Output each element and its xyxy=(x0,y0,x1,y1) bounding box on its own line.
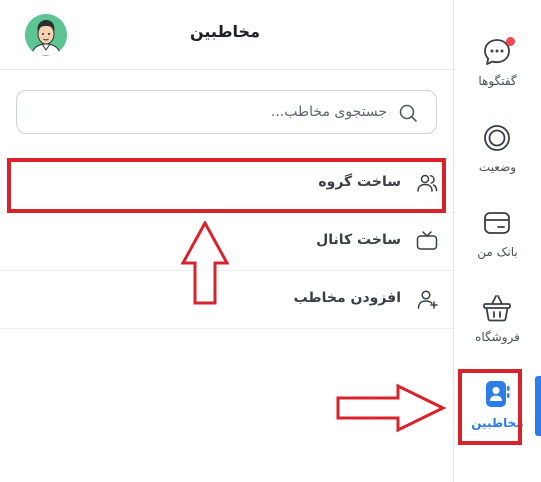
tv-icon xyxy=(416,231,438,250)
page-title: مخاطبین xyxy=(190,22,260,41)
create-group-label: ساخت گروه xyxy=(318,174,401,190)
notification-dot xyxy=(506,37,515,46)
add-user-icon xyxy=(417,290,438,309)
active-indicator xyxy=(535,376,541,436)
sidebar-nav: گفتگوها وضعیت بانک من فروشگاه مخاطبین xyxy=(454,0,541,482)
header: مخاطبین xyxy=(0,0,453,70)
search-icon xyxy=(399,104,417,122)
search-input[interactable] xyxy=(27,97,387,127)
sidebar-item-chats[interactable]: گفتگوها xyxy=(454,36,541,116)
sidebar-item-contacts-label: مخاطبین xyxy=(471,416,524,430)
sidebar-item-status[interactable]: وضعیت xyxy=(454,122,541,202)
status-icon xyxy=(484,125,510,151)
avatar[interactable] xyxy=(25,14,67,56)
avatar-illustration xyxy=(25,14,67,56)
card-icon xyxy=(484,212,510,234)
add-contact-button[interactable]: افزودن مخاطب xyxy=(0,271,453,329)
group-icon xyxy=(417,174,438,192)
create-channel-button[interactable]: ساخت کانال xyxy=(0,213,453,271)
create-channel-label: ساخت کانال xyxy=(316,232,401,248)
sidebar-item-status-label: وضعیت xyxy=(478,160,517,174)
contacts-panel: مخاطبین ساخت گروه ساخت کانال اف xyxy=(0,0,453,482)
sidebar-item-contacts[interactable]: مخاطبین xyxy=(454,378,541,458)
add-contact-label: افزودن مخاطب xyxy=(293,290,401,306)
sidebar-item-chats-label: گفتگوها xyxy=(478,74,517,88)
sidebar-item-store[interactable]: فروشگاه xyxy=(454,292,541,372)
basket-icon xyxy=(483,295,511,322)
sidebar-item-my-bank-label: بانک من xyxy=(477,245,518,259)
contacts-icon xyxy=(486,381,510,407)
create-group-button[interactable]: ساخت گروه xyxy=(0,155,453,213)
sidebar-item-store-label: فروشگاه xyxy=(475,330,520,344)
search-box[interactable] xyxy=(16,90,437,134)
sidebar-item-my-bank[interactable]: بانک من xyxy=(454,207,541,287)
